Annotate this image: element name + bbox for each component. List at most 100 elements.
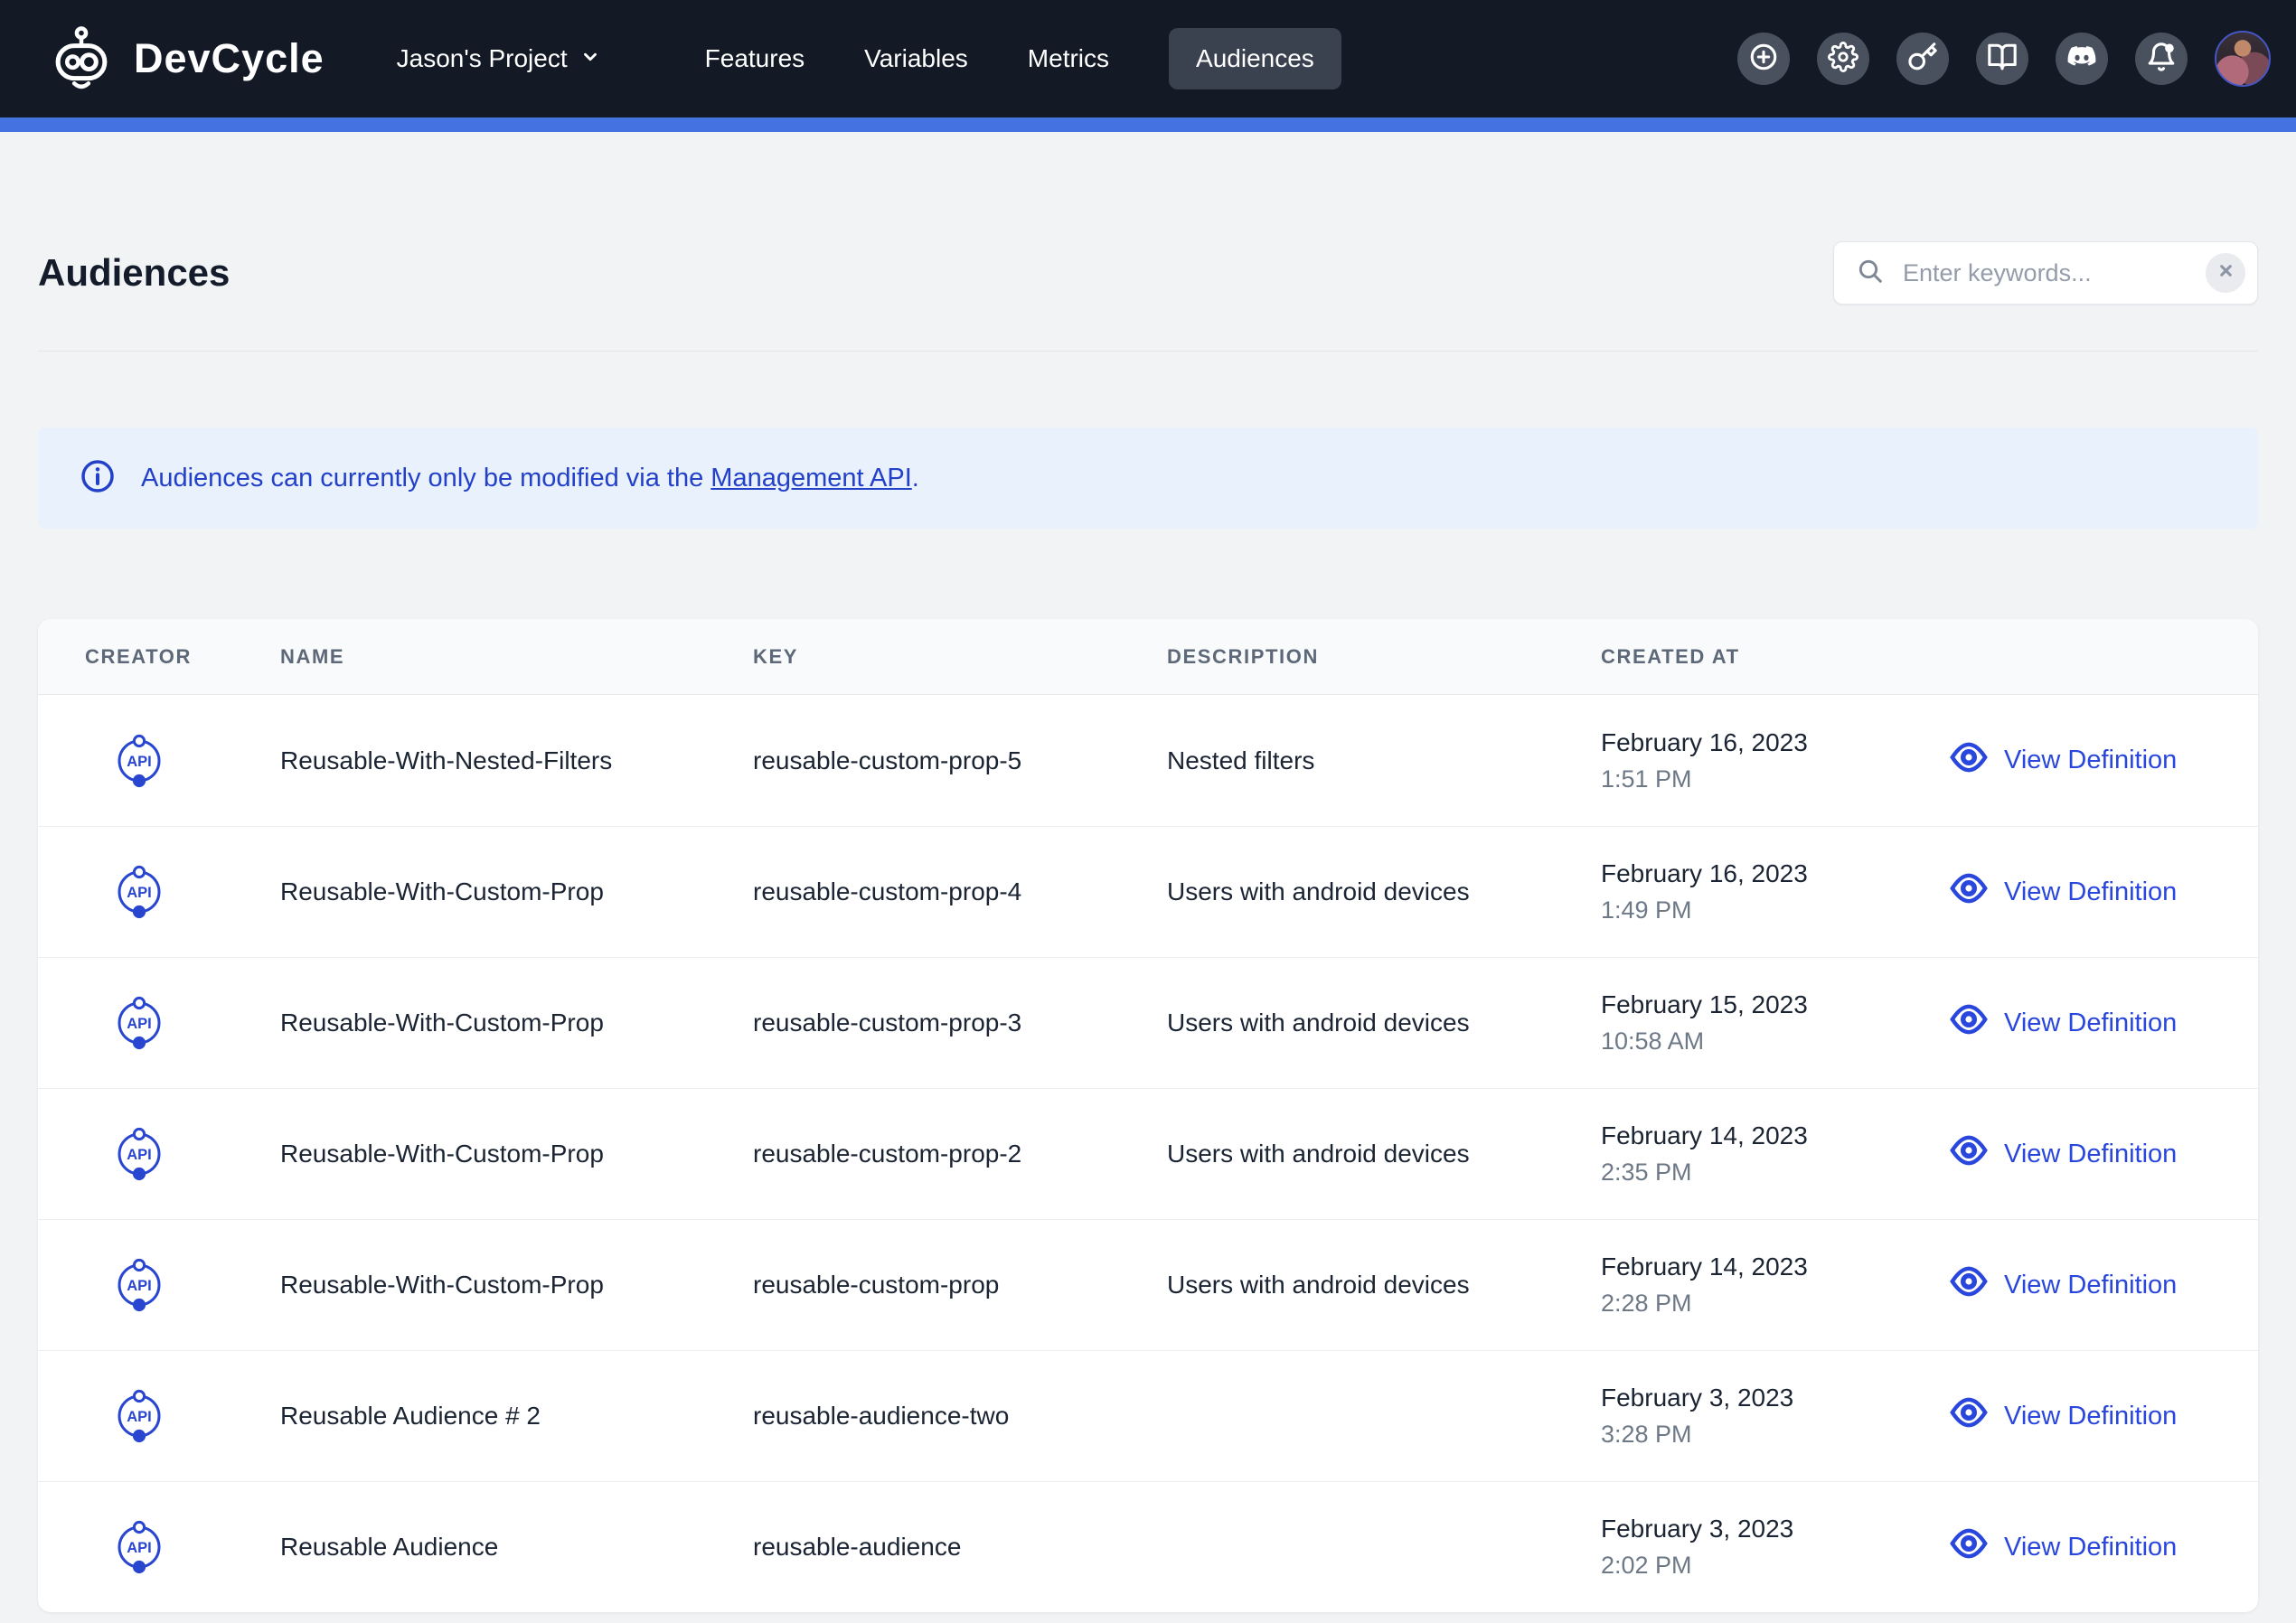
nav-item-metrics[interactable]: Metrics xyxy=(1028,28,1109,89)
gear-icon xyxy=(1828,42,1858,77)
table-row: API Reusable-With-Custom-Prop reusable-c… xyxy=(38,957,2258,1088)
view-definition-link[interactable]: View Definition xyxy=(1914,869,2258,915)
svg-text:API: API xyxy=(127,1147,152,1163)
created-at-cell: February 15, 2023 10:58 AM xyxy=(1601,990,1914,1055)
created-time: 2:35 PM xyxy=(1601,1159,1914,1187)
view-definition-label: View Definition xyxy=(2004,1271,2177,1300)
book-icon xyxy=(1987,42,2018,77)
audience-name: Reusable Audience # 2 xyxy=(280,1402,753,1431)
management-api-link[interactable]: Management API xyxy=(710,464,911,493)
created-at-cell: February 14, 2023 2:28 PM xyxy=(1601,1252,1914,1318)
creator-cell: API xyxy=(85,1387,280,1445)
creator-cell: API xyxy=(85,1256,280,1314)
bell-icon xyxy=(2146,42,2177,77)
created-at-cell: February 16, 2023 1:51 PM xyxy=(1601,728,1914,793)
banner-message: Audiences can currently only be modified… xyxy=(141,464,919,493)
nav-item-features[interactable]: Features xyxy=(705,28,805,89)
column-header-creator: Creator xyxy=(85,645,280,669)
user-avatar[interactable] xyxy=(2215,31,2271,87)
eye-icon xyxy=(1950,1393,1988,1439)
creator-cell: API xyxy=(85,863,280,921)
audience-key: reusable-custom-prop-5 xyxy=(753,746,1167,775)
api-creator-icon: API xyxy=(85,863,280,921)
page-title: Audiences xyxy=(38,251,230,295)
api-creator-icon: API xyxy=(85,732,280,790)
created-time: 2:02 PM xyxy=(1601,1552,1914,1580)
created-time: 1:51 PM xyxy=(1601,765,1914,793)
audience-name: Reusable-With-Custom-Prop xyxy=(280,877,753,906)
project-selector-dropdown[interactable]: Jason's Project xyxy=(397,44,600,73)
created-time: 2:28 PM xyxy=(1601,1290,1914,1318)
create-button[interactable] xyxy=(1737,33,1790,85)
table-header-row: Creator Name Key Description Created At xyxy=(38,619,2258,695)
created-time: 10:58 AM xyxy=(1601,1027,1914,1055)
table-row: API Reusable-With-Custom-Prop reusable-c… xyxy=(38,826,2258,957)
header-divider xyxy=(38,351,2258,352)
audience-key: reusable-custom-prop-4 xyxy=(753,877,1167,906)
view-definition-label: View Definition xyxy=(2004,877,2177,907)
audience-name: Reusable-With-Custom-Prop xyxy=(280,1009,753,1037)
audience-key: reusable-custom-prop-3 xyxy=(753,1009,1167,1037)
close-icon xyxy=(2217,262,2235,284)
view-definition-label: View Definition xyxy=(2004,1009,2177,1038)
table-row: API Reusable-With-Nested-Filters reusabl… xyxy=(38,695,2258,826)
settings-button[interactable] xyxy=(1817,33,1869,85)
clear-search-button[interactable] xyxy=(2206,253,2245,293)
notifications-button[interactable] xyxy=(2135,33,2188,85)
audience-name: Reusable-With-Custom-Prop xyxy=(280,1271,753,1299)
view-definition-link[interactable]: View Definition xyxy=(1914,1262,2258,1308)
api-creator-icon: API xyxy=(85,1518,280,1576)
api-keys-button[interactable] xyxy=(1896,33,1949,85)
column-header-key: Key xyxy=(753,645,1167,669)
search-icon xyxy=(1856,257,1885,290)
eye-icon xyxy=(1950,869,1988,915)
column-header-description: Description xyxy=(1167,645,1601,669)
navbar-actions xyxy=(1737,31,2271,87)
created-date: February 14, 2023 xyxy=(1601,1121,1914,1150)
main-content: Audiences xyxy=(0,132,2296,1612)
nav-item-audiences[interactable]: Audiences xyxy=(1169,28,1341,89)
primary-nav: Features Variables Metrics Audiences xyxy=(705,28,1341,89)
view-definition-link[interactable]: View Definition xyxy=(1914,738,2258,783)
svg-text:API: API xyxy=(127,1409,152,1425)
discord-icon xyxy=(2065,41,2098,78)
table-body: API Reusable-With-Nested-Filters reusabl… xyxy=(38,695,2258,1612)
info-banner: Audiences can currently only be modified… xyxy=(38,427,2258,529)
api-creator-icon: API xyxy=(85,1256,280,1314)
created-at-cell: February 3, 2023 2:02 PM xyxy=(1601,1515,1914,1580)
created-at-cell: February 14, 2023 2:35 PM xyxy=(1601,1121,1914,1187)
view-definition-link[interactable]: View Definition xyxy=(1914,1524,2258,1570)
accent-bar xyxy=(0,117,2296,132)
audience-description: Users with android devices xyxy=(1167,1009,1601,1037)
api-creator-icon: API xyxy=(85,994,280,1052)
nav-item-variables[interactable]: Variables xyxy=(864,28,968,89)
audience-description: Users with android devices xyxy=(1167,877,1601,906)
creator-cell: API xyxy=(85,994,280,1052)
svg-text:API: API xyxy=(127,754,152,770)
creator-cell: API xyxy=(85,1518,280,1576)
svg-text:API: API xyxy=(127,1540,152,1556)
created-time: 3:28 PM xyxy=(1601,1421,1914,1449)
chevron-down-icon xyxy=(580,44,600,73)
audience-key: reusable-custom-prop-2 xyxy=(753,1140,1167,1168)
brand[interactable]: DevCycle xyxy=(49,24,325,94)
project-name: Jason's Project xyxy=(397,44,568,73)
eye-icon xyxy=(1950,1131,1988,1177)
view-definition-link[interactable]: View Definition xyxy=(1914,1000,2258,1046)
table-row: API Reusable-With-Custom-Prop reusable-c… xyxy=(38,1219,2258,1350)
audience-key: reusable-custom-prop xyxy=(753,1271,1167,1299)
svg-text:API: API xyxy=(127,885,152,901)
plus-circle-icon xyxy=(1748,42,1779,77)
created-date: February 16, 2023 xyxy=(1601,859,1914,888)
view-definition-link[interactable]: View Definition xyxy=(1914,1393,2258,1439)
audience-name: Reusable-With-Custom-Prop xyxy=(280,1140,753,1168)
view-definition-label: View Definition xyxy=(2004,1402,2177,1431)
docs-button[interactable] xyxy=(1976,33,2028,85)
devcycle-robot-logo-icon xyxy=(49,24,114,94)
search-input[interactable] xyxy=(1901,258,2206,288)
discord-button[interactable] xyxy=(2056,33,2108,85)
view-definition-label: View Definition xyxy=(2004,1140,2177,1169)
banner-text-after: . xyxy=(912,464,919,493)
view-definition-link[interactable]: View Definition xyxy=(1914,1131,2258,1177)
page-header: Audiences xyxy=(38,132,2258,320)
